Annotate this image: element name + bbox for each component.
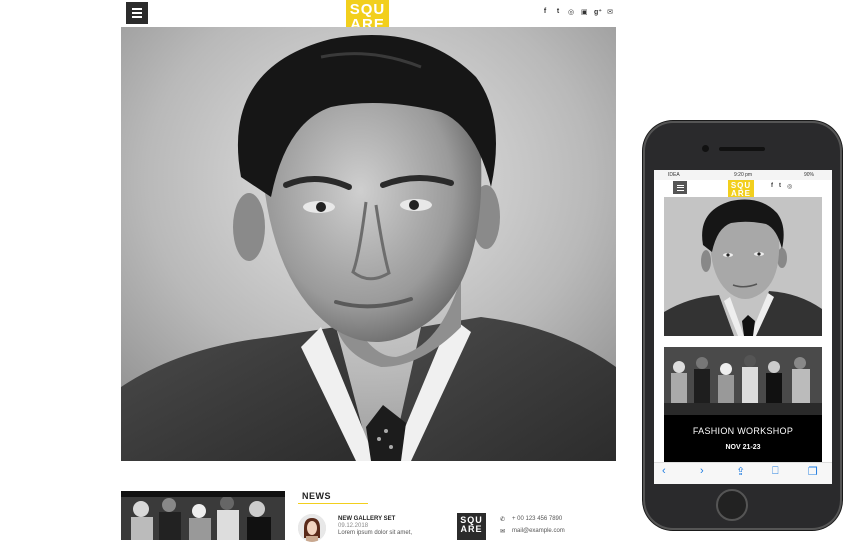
clock-label: 9:20 pm	[734, 172, 753, 178]
facebook-icon[interactable]: f	[542, 8, 548, 16]
menu-button[interactable]	[126, 2, 148, 24]
twitter-icon[interactable]: t	[555, 8, 561, 16]
event-title: FASHION WORKSHOP	[692, 426, 794, 436]
instagram-icon[interactable]: ◎	[568, 8, 574, 16]
instagram-icon[interactable]: ◎	[787, 183, 792, 190]
news-heading: NEWS	[302, 491, 331, 501]
social-links: f t ◎ ▣ g⁺ ✉	[542, 8, 613, 16]
news-avatar[interactable]	[298, 514, 326, 542]
footer-logo[interactable]: SQU ARE	[457, 513, 486, 540]
contact-email[interactable]: mail@example.com	[512, 528, 565, 534]
phone-icon: ✆	[500, 517, 506, 523]
google-plus-icon[interactable]: g⁺	[594, 8, 602, 16]
phone-home-button[interactable]	[716, 489, 748, 521]
contact-phone[interactable]: + 00 123 456 7890	[512, 516, 562, 522]
facebook-icon[interactable]: f	[771, 183, 773, 190]
hero-portrait-image	[121, 27, 616, 461]
flickr-icon[interactable]: ▣	[581, 8, 588, 16]
carrier-label: IDEA	[668, 172, 680, 178]
gallery-thumbnail[interactable]	[121, 491, 285, 540]
hamburger-icon	[132, 8, 142, 10]
news-item-title[interactable]: NEW GALLERY SET	[338, 516, 395, 522]
twitter-icon[interactable]: t	[779, 183, 781, 190]
battery-label: 90%	[804, 172, 815, 178]
news-item-date: 09.12.2018	[338, 523, 369, 529]
mobile-hero-portrait	[664, 197, 822, 336]
phone-speaker	[719, 147, 765, 151]
event-date: NOV 21-23	[725, 444, 761, 451]
news-divider	[298, 503, 368, 504]
tabs-icon[interactable]: ❐	[808, 465, 818, 478]
forward-icon[interactable]: ›	[700, 465, 704, 477]
mobile-menu-button[interactable]	[673, 181, 687, 194]
bookmarks-icon[interactable]: ⎕	[772, 465, 779, 478]
phone-status-bar: IDEA 9:20 pm 90%	[654, 170, 832, 180]
news-item-excerpt: Lorem ipsum dolor sit amet,	[338, 530, 413, 536]
envelope-icon: ✉	[500, 529, 506, 535]
phone-camera	[702, 145, 709, 152]
back-icon[interactable]: ‹	[662, 465, 666, 477]
hamburger-icon	[676, 184, 684, 186]
share-icon[interactable]: ⇪	[736, 465, 745, 478]
mail-icon[interactable]: ✉	[607, 8, 613, 16]
mobile-social-links: f t ◎	[771, 183, 792, 190]
